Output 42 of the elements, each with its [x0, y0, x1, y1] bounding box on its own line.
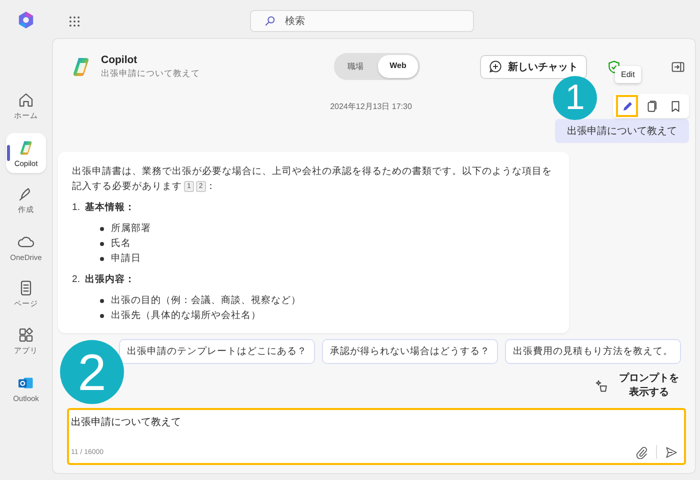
list-item: 出張の目的（例：会議、商談、視察など） — [111, 294, 301, 308]
bullet-icon — [100, 314, 104, 318]
suggestion-chip[interactable]: 出張費用の見積もり方法を教えて。 — [505, 339, 681, 364]
app-logo-icon — [16, 10, 36, 30]
chat-plus-icon — [489, 60, 502, 73]
new-chat-button[interactable]: 新しいチャット — [480, 54, 587, 78]
list-item: 所属部署 — [111, 222, 151, 236]
section-heading: 基本情報： — [85, 201, 136, 215]
edit-tooltip: Edit — [615, 66, 641, 83]
edit-button[interactable] — [616, 95, 638, 117]
mode-tab[interactable]: 職場 — [336, 55, 376, 78]
show-prompts-button[interactable]: プロンプトを表示する — [595, 372, 681, 400]
bullet-icon — [100, 242, 104, 246]
list-number: 2. — [72, 273, 80, 287]
list-item: 申請日 — [111, 252, 141, 266]
step-number-badge: 2 — [60, 340, 124, 404]
send-icon[interactable] — [665, 446, 678, 458]
bullet-icon — [100, 299, 104, 303]
sparkle-icon — [595, 379, 609, 393]
mode-tab[interactable]: Web — [378, 55, 418, 78]
chat-title: Copilot — [101, 54, 138, 66]
list-item: 出張先（具体的な場所や会社名） — [111, 309, 261, 323]
suggestion-chip[interactable]: 出張申請のテンプレートはどこにある？ — [119, 339, 315, 364]
apps-icon — [17, 326, 35, 344]
bullet-icon — [100, 227, 104, 231]
timestamp: 2024年12月13日 17:30 — [330, 100, 412, 112]
section-heading: 出張内容： — [85, 272, 136, 287]
user-message: 出張申請について教えて — [555, 119, 689, 143]
search-field[interactable]: 検索 — [250, 10, 474, 32]
suggestion-chip[interactable]: 承認が得られない場合はどうする？ — [322, 339, 498, 364]
message-field[interactable]: 出張申請について教えて — [71, 416, 678, 427]
pencil-icon — [620, 100, 634, 112]
search-icon — [264, 15, 276, 27]
list-number: 1. — [72, 201, 80, 215]
step-number-badge: 1 — [553, 76, 597, 120]
paperclip-icon[interactable] — [635, 446, 648, 458]
chat-subtitle: 出張申請について教えて — [101, 68, 200, 80]
side-panel-icon[interactable] — [671, 60, 685, 74]
list-item: 氏名 — [111, 237, 131, 251]
home-icon — [17, 91, 35, 109]
app-launcher-icon[interactable] — [68, 14, 81, 28]
bullet-icon — [100, 257, 104, 261]
